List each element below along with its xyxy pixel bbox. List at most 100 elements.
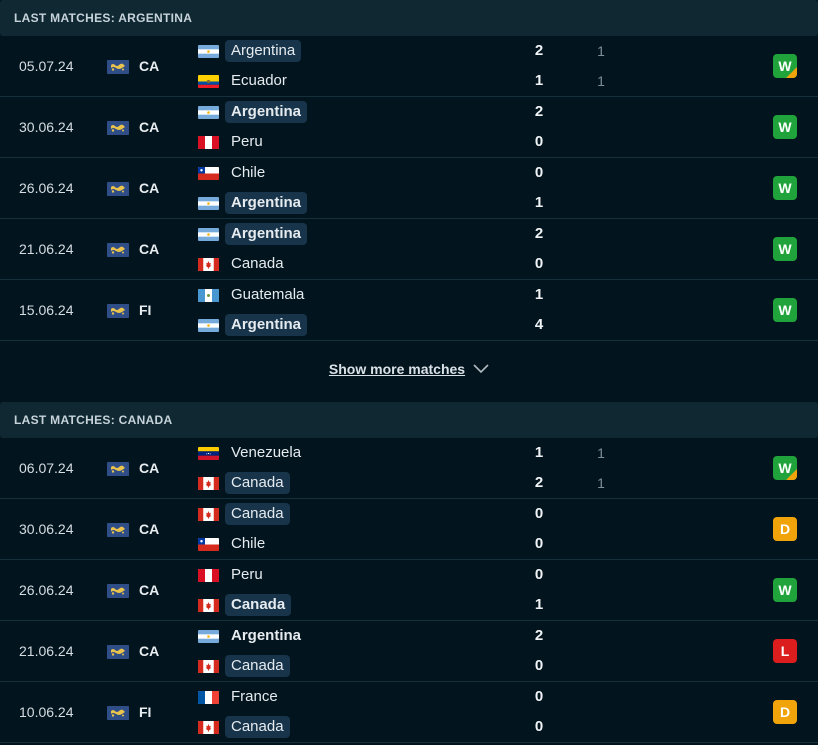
home-score: 0: [534, 505, 544, 522]
ven-flag-icon: [198, 446, 219, 460]
team-name: Canada: [225, 472, 290, 494]
away-score: 1: [534, 596, 544, 613]
home-score: 1: [534, 444, 544, 461]
away-score: 4: [534, 316, 544, 333]
league-code: CA: [139, 58, 160, 74]
match-row[interactable]: 26.06.24 CA Chile Argentina 0 1 W: [0, 158, 818, 219]
away-score: 1: [534, 72, 544, 89]
match-row[interactable]: 10.06.24 FI France Canada 0 0 D: [0, 682, 818, 743]
arg-flag-icon: [198, 629, 219, 643]
can-flag-icon: [198, 598, 219, 612]
team-away: Argentina: [198, 313, 308, 337]
match-row[interactable]: 30.06.24 CA Argentina Peru 2 0 W: [0, 97, 818, 158]
can-flag-icon: [198, 257, 219, 271]
chi-flag-icon: [198, 166, 219, 180]
team-name: Argentina: [225, 314, 308, 336]
result-label: W: [778, 180, 792, 196]
result-badge: D: [773, 700, 797, 724]
fra-flag-icon: [198, 690, 219, 704]
away-first-half-score: [594, 654, 608, 678]
away-score: 2: [534, 474, 544, 491]
away-score: 0: [534, 718, 544, 735]
match-row[interactable]: 15.06.24 FI Guatemala Argentina 1 4 W: [0, 280, 818, 341]
team-away: Canada: [198, 471, 290, 495]
away-first-half-score: [594, 313, 608, 337]
away-first-half-score: 1: [597, 475, 605, 491]
team-home: Argentina: [198, 39, 302, 63]
team-home: Peru: [198, 563, 269, 587]
team-name: Argentina: [225, 223, 308, 245]
match-date: 10.06.24: [19, 704, 74, 720]
home-first-half-score: [594, 502, 608, 526]
result-label: W: [778, 241, 792, 257]
team-name: France: [231, 688, 278, 705]
team-name: Chile: [231, 535, 266, 552]
match-row[interactable]: 21.06.24 CA Argentina Canada 2 0 W: [0, 219, 818, 280]
team-away: Canada: [198, 252, 290, 276]
league-code: FI: [139, 302, 152, 318]
home-score: 2: [534, 627, 544, 644]
match-row[interactable]: 21.06.24 CA Argentina Canada 2 0 L: [0, 621, 818, 682]
away-first-half-score: 1: [597, 73, 605, 89]
league-code: CA: [139, 643, 160, 659]
team-home: Chile: [198, 161, 271, 185]
result-badge: W: [773, 456, 797, 480]
team-away: Canada: [198, 654, 290, 678]
away-score: 0: [534, 535, 544, 552]
chevron-down-icon[interactable]: [473, 364, 489, 374]
gua-flag-icon: [198, 288, 219, 302]
arg-flag-icon: [198, 196, 219, 210]
result-badge: W: [773, 176, 797, 200]
away-score: 0: [534, 657, 544, 674]
match-date: 26.06.24: [19, 582, 74, 598]
arg-flag-icon: [198, 105, 219, 119]
world-map-icon: [107, 243, 129, 257]
team-away: Ecuador: [198, 69, 293, 93]
world-map-icon: [107, 182, 129, 196]
section-canada: LAST MATCHES: CANADA 06.07.24 CA Venezuela…: [0, 402, 818, 743]
league-code: CA: [139, 460, 160, 476]
team-name: Guatemala: [231, 286, 305, 303]
result-label: W: [778, 302, 792, 318]
home-first-half-score: [594, 563, 608, 587]
home-score: 0: [534, 164, 544, 181]
can-flag-icon: [198, 507, 219, 521]
match-row[interactable]: 30.06.24 CA Canada Chile 0 0 D: [0, 499, 818, 560]
league-code: CA: [139, 582, 160, 598]
team-away: Canada: [198, 715, 290, 739]
arg-flag-icon: [198, 318, 219, 332]
away-first-half-score: [594, 252, 608, 276]
team-name: Canada: [231, 255, 284, 272]
team-name: Canada: [225, 503, 290, 525]
result-label: W: [778, 119, 792, 135]
team-away: Chile: [198, 532, 271, 556]
team-home: Argentina: [198, 100, 308, 124]
result-label: W: [778, 58, 792, 74]
team-home: Guatemala: [198, 283, 310, 307]
section-title: LAST MATCHES: CANADA: [0, 402, 818, 438]
home-first-half-score: [594, 100, 608, 124]
home-score: 1: [534, 286, 544, 303]
home-score: 2: [534, 225, 544, 242]
result-badge: D: [773, 517, 797, 541]
match-date: 21.06.24: [19, 241, 74, 257]
match-date: 21.06.24: [19, 643, 74, 659]
world-map-icon: [107, 304, 129, 318]
can-flag-icon: [198, 659, 219, 673]
away-first-half-score: [594, 532, 608, 556]
home-first-half-score: [594, 222, 608, 246]
team-name: Argentina: [225, 40, 302, 62]
world-map-icon: [107, 645, 129, 659]
away-first-half-score: [594, 593, 608, 617]
match-row[interactable]: 26.06.24 CA Peru Canada 0 1 W: [0, 560, 818, 621]
team-name: Chile: [231, 164, 266, 181]
result-badge: W: [773, 578, 797, 602]
match-row[interactable]: 06.07.24 CA Venezuela Canada 1 2 1 1 W: [0, 438, 818, 499]
match-row[interactable]: 05.07.24 CA Argentina Ecuador 2 1 1 1 W: [0, 36, 818, 97]
match-list: 05.07.24 CA Argentina Ecuador 2 1 1 1 W 30.06.24 C…: [0, 36, 818, 341]
show-more-matches-link[interactable]: Show more matches: [329, 361, 465, 377]
league-code: CA: [139, 521, 160, 537]
league-code: CA: [139, 241, 160, 257]
home-first-half-score: [594, 685, 608, 709]
league-code: CA: [139, 119, 160, 135]
